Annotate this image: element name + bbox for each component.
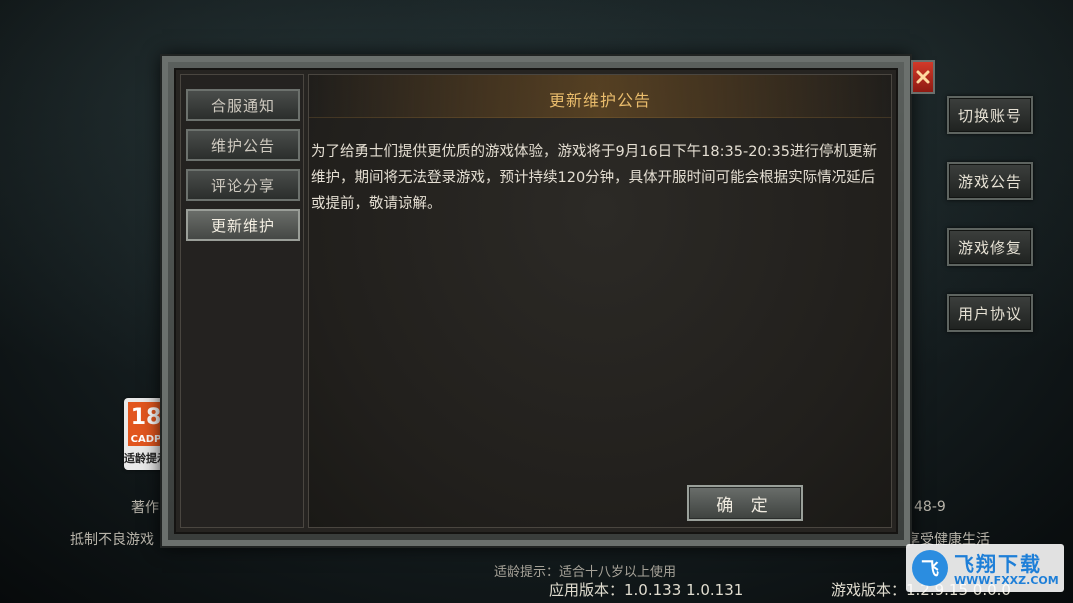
switch-account-button[interactable]: 切换账号 (947, 96, 1033, 134)
age-tip-text: 适龄提示：适合十八岁以上使用 (494, 565, 677, 580)
tab-update-maintenance[interactable]: 更新维护 (186, 209, 300, 241)
age-rating-code: CADP (128, 432, 164, 446)
watermark-logo: 飞 (912, 550, 948, 586)
tab-server-merge[interactable]: 合服通知 (186, 89, 300, 121)
maintenance-notice-dialog: 合服通知 维护公告 评论分享 更新维护 更新维护公告 为了给勇士们提供更优质的游… (162, 56, 910, 546)
close-icon (916, 70, 930, 84)
game-repair-button[interactable]: 游戏修复 (947, 228, 1033, 266)
tab-comment-share[interactable]: 评论分享 (186, 169, 300, 201)
site-watermark: 飞 飞翔下载 WWW.FXXZ.COM (906, 544, 1064, 592)
watermark-url: WWW.FXXZ.COM (954, 574, 1059, 587)
confirm-button[interactable]: 确 定 (687, 485, 803, 521)
copyright-text: 著作 (131, 500, 159, 516)
watermark-title: 飞翔下载 (954, 552, 1042, 576)
notice-content-panel: 更新维护公告 为了给勇士们提供更优质的游戏体验，游戏将于9月16日下午18:35… (308, 74, 892, 528)
dialog-inner-panel: 合服通知 维护公告 评论分享 更新维护 更新维护公告 为了给勇士们提供更优质的游… (174, 68, 898, 534)
notice-title: 更新维护公告 (548, 91, 651, 110)
close-button[interactable] (911, 60, 935, 94)
tab-maintenance-notice[interactable]: 维护公告 (186, 129, 300, 161)
isbn-text: 48-9 (914, 499, 946, 515)
notice-tab-list: 合服通知 维护公告 评论分享 更新维护 (180, 74, 304, 528)
user-agreement-button[interactable]: 用户协议 (947, 294, 1033, 332)
notice-body-text: 为了给勇士们提供更优质的游戏体验，游戏将于9月16日下午18:35-20:35进… (311, 144, 877, 212)
game-notice-button[interactable]: 游戏公告 (947, 162, 1033, 200)
notice-title-bar: 更新维护公告 (309, 75, 891, 118)
age-rating-number: 18 (128, 402, 164, 432)
anti-addiction-text: 抵制不良游戏 (70, 532, 154, 548)
app-version-text: 应用版本：1.0.133 1.0.131 (549, 581, 744, 599)
